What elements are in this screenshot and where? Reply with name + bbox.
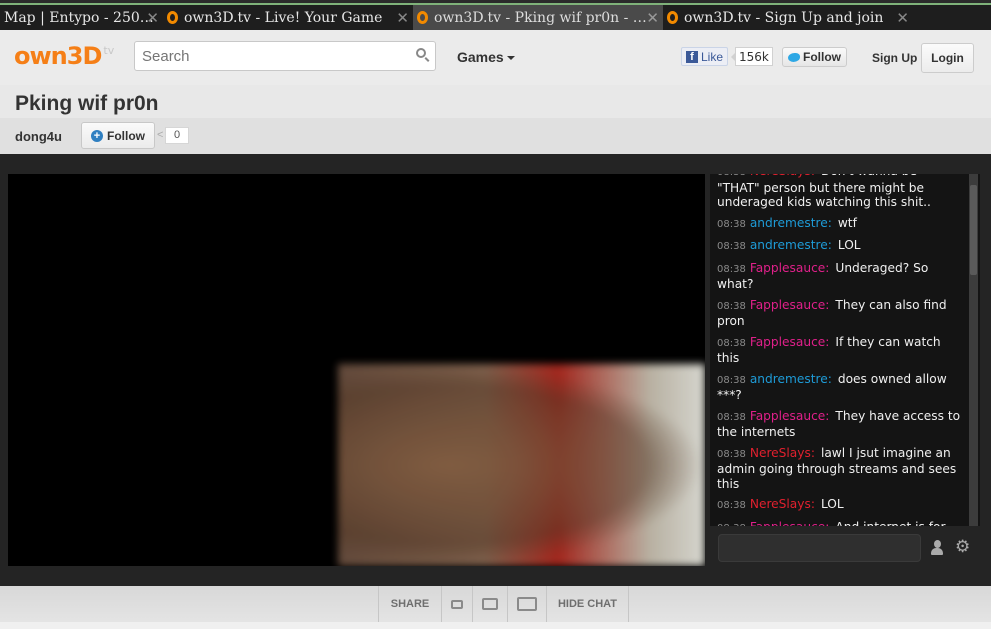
own3d-favicon-icon: [417, 11, 428, 24]
chat-username[interactable]: andremestre:: [750, 238, 832, 252]
chat-username[interactable]: andremestre:: [750, 216, 832, 230]
page-bottom: [0, 622, 991, 629]
chat-text: wtf: [837, 215, 857, 230]
search-icon[interactable]: [416, 48, 426, 58]
chat-message: 08:38 Fapplesauce: If they can watch this: [717, 335, 963, 366]
chat-timestamp: 08:38: [717, 300, 746, 312]
chat-timestamp: 08:38: [717, 523, 746, 527]
stream-title: Pking wif pr0n: [15, 92, 159, 115]
chat-scrollbar[interactable]: [969, 174, 978, 526]
player-size-small-icon: [451, 599, 463, 609]
size-small-button[interactable]: [441, 586, 472, 622]
facebook-like-button[interactable]: f Like: [681, 47, 729, 66]
gear-icon[interactable]: ⚙: [955, 538, 970, 556]
chat-timestamp: 08:38: [717, 174, 746, 178]
tab-title: own3D.tv - Sign Up and join …: [684, 9, 884, 26]
plus-circle-icon: +: [91, 129, 103, 142]
logo-text: own3D: [14, 42, 102, 70]
chat-message: 08:38 Fapplesauce: They have access to the…: [717, 409, 963, 440]
chat-message-list: 08:38NereSlays:Don't wanna be "THAT" per…: [717, 174, 963, 526]
chat-text: LOL: [837, 238, 861, 252]
tab-title: own3D.tv - Live! Your Game: [184, 9, 383, 26]
player-controls-bar: SHARE HIDE CHAT: [0, 586, 991, 622]
chat-message: 08:38 andremestre: wtf: [717, 216, 963, 233]
search-input[interactable]: [135, 42, 405, 70]
chat-username[interactable]: NereSlays:: [750, 497, 815, 511]
chat-message: 08:38 NereSlays: LOL: [717, 497, 963, 514]
share-button[interactable]: SHARE: [378, 586, 441, 622]
channel-name[interactable]: dong4u: [15, 129, 62, 144]
chat-message: 08:38 andremestre: does owned allow ***?: [717, 372, 963, 403]
browser-tab[interactable]: Map | Entypo - 250… ✕: [0, 5, 163, 30]
chat-message: 08:38 andremestre: LOL: [717, 238, 963, 255]
games-dropdown[interactable]: Games: [457, 49, 515, 65]
chat-username[interactable]: NereSlays:: [750, 446, 815, 460]
chat-timestamp: 08:38: [717, 374, 746, 386]
search-box: [134, 41, 436, 71]
chat-message: 08:38 Fapplesauce: They can also find pron: [717, 298, 963, 329]
chat-timestamp: 08:38: [717, 411, 746, 423]
browser-tab[interactable]: own3D.tv - Live! Your Game ✕: [163, 5, 413, 30]
chat-timestamp: 08:38: [717, 241, 746, 252]
chat-timestamp: 08:38: [717, 448, 746, 460]
chat-message: 08:38 Fapplesauce: Underaged? So what?: [717, 261, 963, 292]
fb-like-label: Like: [701, 49, 724, 64]
own3d-favicon-icon: [167, 11, 178, 24]
video-frame-placeholder: [338, 364, 705, 566]
hide-chat-button[interactable]: HIDE CHAT: [546, 586, 629, 622]
chat-username[interactable]: Fapplesauce:: [750, 409, 830, 423]
player-size-medium-icon: [482, 598, 498, 610]
chat-message: 08:38 NereSlays:Don't wanna be "THAT" per…: [717, 174, 963, 210]
caret-down-icon: [506, 56, 515, 61]
chat-username[interactable]: NereSlays:: [750, 174, 815, 178]
chat-text: Don't wanna be "THAT" person but there m…: [717, 174, 931, 209]
chat-username[interactable]: andremestre:: [750, 372, 832, 386]
browser-tab[interactable]: own3D.tv - Sign Up and join … ✕: [663, 5, 913, 30]
chat-panel: 08:38NereSlays:Don't wanna be "THAT" per…: [710, 174, 980, 526]
close-icon[interactable]: ✕: [146, 9, 159, 27]
size-large-button[interactable]: [507, 586, 546, 622]
twitter-bird-icon: [788, 52, 800, 62]
login-button[interactable]: Login: [921, 43, 974, 73]
follow-label: Follow: [107, 128, 145, 143]
chat-timestamp: 08:38: [717, 500, 746, 511]
own3d-favicon-icon: [667, 11, 678, 24]
facebook-like-count: 156k: [731, 47, 773, 66]
close-icon[interactable]: ✕: [896, 9, 909, 27]
logo-sup: tv: [103, 44, 115, 57]
chat-timestamp: 08:38: [717, 337, 746, 349]
player-size-large-icon: [517, 597, 537, 611]
scrollbar-thumb[interactable]: [970, 185, 977, 275]
chat-text: LOL: [820, 497, 844, 511]
channel-bar: dong4u + Follow 0: [0, 118, 991, 154]
chat-username[interactable]: Fapplesauce:: [750, 335, 830, 349]
size-medium-button[interactable]: [472, 586, 507, 622]
chat-message: 08:38Fapplesauce:And internet is for pro…: [717, 520, 963, 527]
twitter-follow-button[interactable]: Follow: [782, 47, 847, 67]
browser-tab-active[interactable]: own3D.tv - Pking wif pr0n - … ✕: [413, 5, 663, 30]
tab-title: own3D.tv - Pking wif pr0n - …: [434, 9, 647, 26]
twitter-follow-label: Follow: [803, 50, 841, 64]
close-icon[interactable]: ✕: [646, 9, 659, 27]
facebook-icon: f: [686, 50, 698, 63]
signup-link[interactable]: Sign Up: [872, 51, 917, 65]
tab-title: Map | Entypo - 250…: [4, 9, 154, 26]
user-list-icon[interactable]: [931, 540, 943, 556]
chat-username[interactable]: Fapplesauce:: [750, 520, 830, 527]
player-area: 08:38NereSlays:Don't wanna be "THAT" per…: [0, 154, 991, 586]
games-label: Games: [457, 49, 504, 65]
chat-timestamp: 08:38: [717, 263, 746, 275]
chat-username[interactable]: Fapplesauce:: [750, 261, 830, 275]
site-logo[interactable]: own3D tv: [14, 42, 115, 70]
video-player[interactable]: [8, 174, 705, 566]
follow-channel-button[interactable]: + Follow: [81, 122, 155, 149]
follower-count: 0: [157, 127, 189, 144]
browser-tab-strip: Map | Entypo - 250… ✕ own3D.tv - Live! Y…: [0, 5, 991, 30]
chat-username[interactable]: Fapplesauce:: [750, 298, 830, 312]
chat-message: 08:38 NereSlays: lawl I jsut imagine an ad…: [717, 446, 963, 492]
chat-input[interactable]: [718, 534, 921, 562]
chat-timestamp: 08:38: [717, 218, 746, 230]
close-icon[interactable]: ✕: [396, 9, 409, 27]
